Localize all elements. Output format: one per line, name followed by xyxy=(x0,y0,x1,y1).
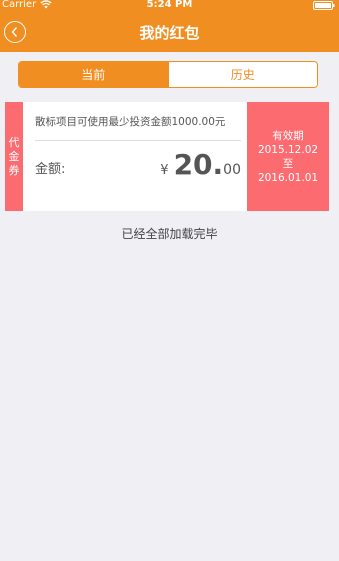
coupon-card[interactable]: 代 金 券 散标项目可使用最少投资金额1000.00元 金额: ¥ 20.00 … xyxy=(5,102,329,211)
coupon-type-char: 代 xyxy=(8,135,20,149)
validity-label: 有效期 xyxy=(272,129,304,142)
coupon-divider xyxy=(35,140,241,141)
validity-panel: 有效期 2015.12.02 至 2016.01.01 xyxy=(247,102,329,211)
amount-label: 金额: xyxy=(35,162,66,177)
coupon-description: 散标项目可使用最少投资金额1000.00元 xyxy=(35,116,226,128)
tab-history[interactable]: 历史 xyxy=(167,62,317,87)
validity-end-date: 2016.01.01 xyxy=(257,171,319,184)
validity-to-label: 至 xyxy=(282,157,294,170)
page-title: 我的红包 xyxy=(139,24,200,42)
load-complete-text: 已经全部加载完毕 xyxy=(121,227,218,241)
status-time: 5:24 PM xyxy=(146,0,193,10)
battery-icon xyxy=(313,1,335,10)
coupon-type-char: 金 xyxy=(8,149,20,163)
coupon-type-char: 券 xyxy=(8,163,20,177)
amount-integer: 20. xyxy=(173,148,224,181)
amount-decimal: 00 xyxy=(223,162,241,178)
coupon-amount: ¥ 20.00 xyxy=(155,148,241,181)
coupon-type-label: 代 金 券 xyxy=(5,102,23,211)
status-bar: Carrier 5:24 PM xyxy=(0,0,339,11)
currency-symbol: ¥ xyxy=(160,163,169,178)
nav-bar: Carrier 5:24 PM 我的红包 xyxy=(0,0,339,52)
tab-switcher: 当前 历史 xyxy=(18,61,318,88)
validity-start-date: 2015.12.02 xyxy=(257,143,319,156)
tab-current[interactable]: 当前 xyxy=(19,62,168,87)
